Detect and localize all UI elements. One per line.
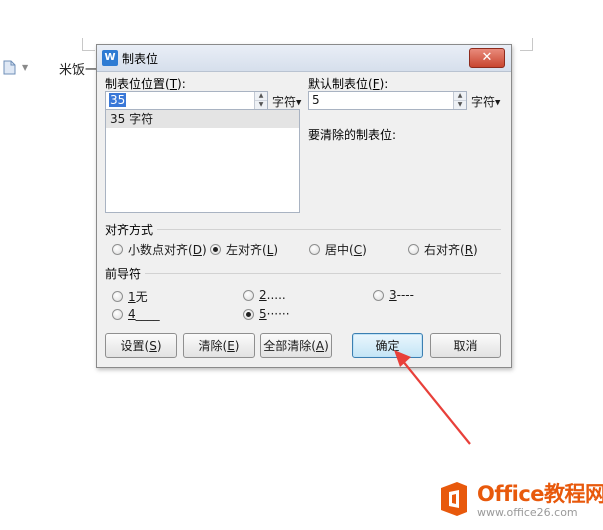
close-button[interactable]: ✕ <box>469 48 505 68</box>
spin-up-icon[interactable]: ▲ <box>454 92 466 101</box>
radio-button-icon[interactable] <box>112 291 123 302</box>
divider <box>157 229 501 230</box>
default-tab-unit-dropdown[interactable]: 字符▼ <box>471 93 500 110</box>
office26-logo: Office教程网 www.office26.com <box>437 478 603 524</box>
radio-button-icon[interactable] <box>112 244 123 255</box>
spin-up-icon[interactable]: ▲ <box>255 92 267 101</box>
close-icon: ✕ <box>481 50 493 65</box>
alignment-label: 对齐方式 <box>105 223 154 237</box>
leader-dots-radio[interactable]: 2 ..... <box>243 288 286 302</box>
default-tab-spinner[interactable]: ▲ ▼ <box>453 92 466 109</box>
dialog-titlebar[interactable]: W 制表位 ✕ <box>97 45 511 72</box>
leader-label: 前导符 <box>105 267 142 281</box>
dialog-title: 制表位 <box>122 52 159 66</box>
default-tab-input[interactable]: 5 ▲ ▼ <box>308 91 467 110</box>
leader-underline-radio[interactable]: 4 ____ <box>112 307 160 321</box>
clear-all-button[interactable]: 全部清除(A) <box>260 333 332 358</box>
radio-button-icon[interactable] <box>243 289 254 301</box>
radio-button-icon[interactable] <box>112 308 123 320</box>
tab-position-input[interactable]: 35 ▲ ▼ <box>105 91 268 110</box>
leader-dashes-radio[interactable]: 3 ---- <box>373 288 414 302</box>
watermark-url: www.office26.com <box>477 506 578 519</box>
tab-stops-dialog: W 制表位 ✕ 制表位位置(T): 35 ▲ ▼ 字符▼ 35 字符 默认制表位… <box>96 44 512 368</box>
chevron-down-icon[interactable]: ▼ <box>22 63 28 72</box>
dropdown-arrow-icon: ▼ <box>296 98 302 107</box>
tab-position-unit-dropdown[interactable]: 字符▼ <box>272 93 301 110</box>
spin-down-icon[interactable]: ▼ <box>255 101 267 109</box>
watermark-title: Office教程网 <box>477 482 603 506</box>
set-button[interactable]: 设置(S) <box>105 333 177 358</box>
tab-stop-list-item[interactable]: 35 字符 <box>106 110 299 128</box>
wps-writer-icon: W <box>102 50 118 66</box>
dropdown-arrow-icon: ▼ <box>495 98 501 107</box>
tabs-to-clear-label: 要清除的制表位: <box>308 128 397 142</box>
default-tab-label: 默认制表位(F): <box>308 77 389 91</box>
radio-button-selected-icon[interactable] <box>243 308 254 320</box>
tab-position-label: 制表位位置(T): <box>105 77 186 91</box>
spin-down-icon[interactable]: ▼ <box>454 101 466 109</box>
radio-button-icon[interactable] <box>309 244 320 255</box>
align-left-radio[interactable]: 左对齐(L) <box>210 241 278 258</box>
tab-position-value: 35 <box>109 93 127 107</box>
leader-middots-radio[interactable]: 5 ······ <box>243 307 290 321</box>
document-icon <box>3 60 16 75</box>
radio-button-icon[interactable] <box>373 289 384 301</box>
clear-button[interactable]: 清除(E) <box>183 333 255 358</box>
align-right-radio[interactable]: 右对齐(R) <box>408 241 478 258</box>
align-decimal-radio[interactable]: 小数点对齐(D) <box>112 241 207 258</box>
tab-position-spinner[interactable]: ▲ ▼ <box>254 92 267 109</box>
default-tab-value: 5 <box>312 93 320 107</box>
divider <box>145 273 501 274</box>
tab-stop-list[interactable]: 35 字符 <box>105 109 300 213</box>
document-text: 米饭一 <box>59 63 99 78</box>
office-logo-icon <box>441 482 467 516</box>
annotation-arrow-icon <box>394 350 471 445</box>
radio-button-icon[interactable] <box>408 244 419 255</box>
leader-none-radio[interactable]: 1 无 <box>112 288 148 305</box>
radio-button-selected-icon[interactable] <box>210 244 221 255</box>
page-corner-mark <box>520 38 533 51</box>
align-center-radio[interactable]: 居中(C) <box>309 241 367 258</box>
page-corner-mark <box>82 38 95 51</box>
